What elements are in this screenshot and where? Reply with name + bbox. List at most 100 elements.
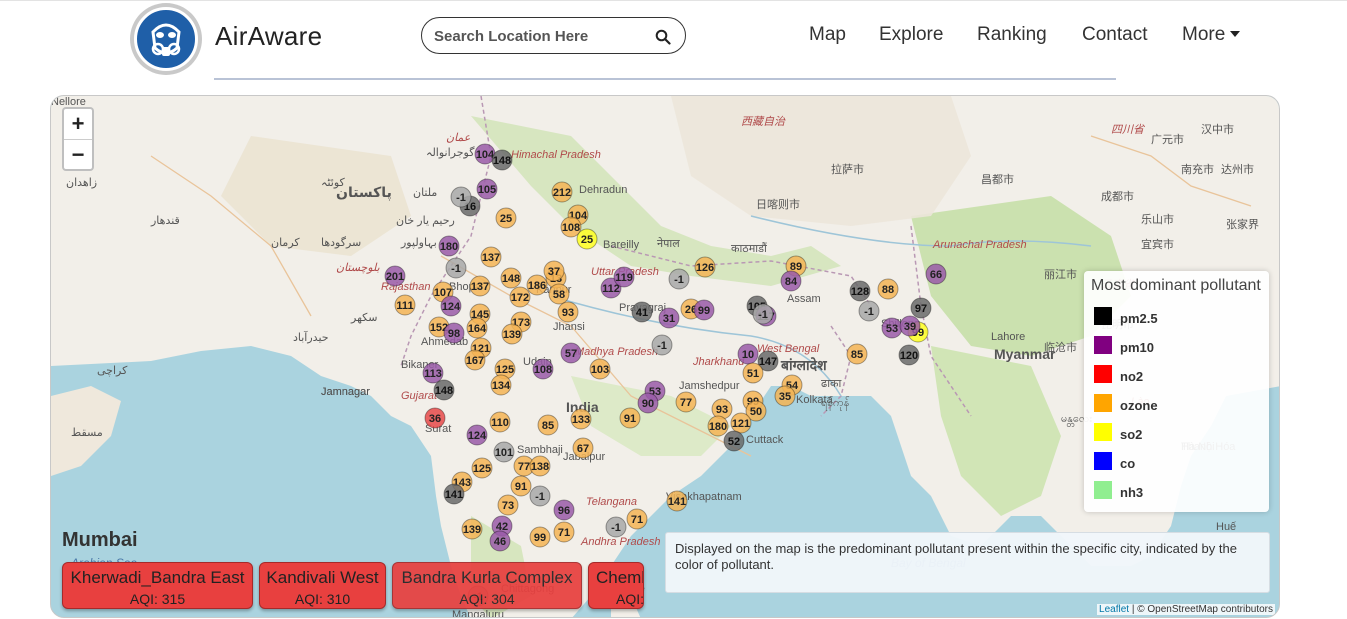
aqi-marker[interactable]: 103 bbox=[589, 358, 611, 380]
aqi-marker[interactable]: 98 bbox=[443, 322, 465, 344]
aqi-marker[interactable]: 73 bbox=[497, 494, 519, 516]
station-card[interactable]: Kherwadi_Bandra East AQI: 315 bbox=[62, 562, 253, 609]
aqi-marker[interactable]: 85 bbox=[537, 414, 559, 436]
aqi-marker[interactable]: 172 bbox=[509, 286, 531, 308]
aqi-marker[interactable]: 148 bbox=[500, 267, 522, 289]
aqi-marker[interactable]: 101 bbox=[493, 441, 515, 463]
aqi-marker[interactable]: 37 bbox=[543, 260, 565, 282]
aqi-marker[interactable]: 88 bbox=[877, 278, 899, 300]
aqi-marker[interactable]: 110 bbox=[489, 411, 511, 433]
aqi-marker-value: 97 bbox=[915, 303, 927, 315]
aqi-marker[interactable]: 46 bbox=[489, 530, 511, 552]
aqi-marker[interactable]: 66 bbox=[925, 263, 947, 285]
logo[interactable] bbox=[130, 3, 202, 75]
aqi-marker[interactable]: 167 bbox=[464, 349, 486, 371]
aqi-marker[interactable]: 99 bbox=[693, 299, 715, 321]
aqi-marker[interactable]: 105 bbox=[476, 178, 498, 200]
aqi-marker[interactable]: 67 bbox=[572, 437, 594, 459]
aqi-marker[interactable]: 186 bbox=[526, 274, 548, 296]
aqi-marker[interactable]: -1 bbox=[858, 300, 880, 322]
station-card[interactable]: Bandra Kurla Complex AQI: 304 bbox=[392, 562, 582, 609]
aqi-marker[interactable]: 180 bbox=[707, 415, 729, 437]
nav-explore[interactable]: Explore bbox=[879, 24, 943, 46]
aqi-marker[interactable]: -1 bbox=[450, 186, 472, 208]
aqi-marker[interactable]: 148 bbox=[433, 379, 455, 401]
aqi-marker[interactable]: 180 bbox=[438, 235, 460, 257]
aqi-marker[interactable]: 164 bbox=[466, 317, 488, 339]
aqi-marker[interactable]: 58 bbox=[548, 283, 570, 305]
aqi-marker[interactable]: 91 bbox=[510, 475, 532, 497]
aqi-marker[interactable]: 113 bbox=[422, 362, 444, 384]
aqi-marker-value: 110 bbox=[491, 417, 509, 429]
leaflet-link[interactable]: Leaflet bbox=[1099, 604, 1129, 615]
search-input[interactable] bbox=[434, 26, 654, 46]
aqi-marker[interactable]: -1 bbox=[752, 303, 774, 325]
search-box[interactable] bbox=[421, 17, 686, 54]
aqi-marker[interactable]: 36 bbox=[424, 407, 446, 429]
aqi-marker[interactable]: 93 bbox=[557, 301, 579, 323]
nav-more-dropdown[interactable]: More bbox=[1182, 24, 1241, 46]
aqi-marker[interactable]: 57 bbox=[560, 342, 582, 364]
aqi-marker[interactable]: 124 bbox=[440, 295, 462, 317]
station-card[interactable]: Kandivali West AQI: 310 bbox=[259, 562, 386, 609]
aqi-marker[interactable]: 96 bbox=[553, 499, 575, 521]
aqi-marker[interactable]: 10 bbox=[737, 343, 759, 365]
search-icon[interactable] bbox=[655, 29, 671, 45]
aqi-marker[interactable]: -1 bbox=[605, 516, 627, 538]
aqi-marker[interactable]: 141 bbox=[443, 483, 465, 505]
aqi-marker[interactable]: 31 bbox=[658, 307, 680, 329]
aqi-marker[interactable]: 91 bbox=[619, 407, 641, 429]
aqi-marker[interactable]: 126 bbox=[694, 256, 716, 278]
aqi-marker[interactable]: -1 bbox=[529, 485, 551, 507]
aqi-marker[interactable]: -1 bbox=[445, 257, 467, 279]
aqi-marker[interactable]: 39 bbox=[899, 315, 921, 337]
aqi-marker[interactable]: 25 bbox=[495, 207, 517, 229]
aqi-marker[interactable]: 148 bbox=[491, 149, 513, 171]
aqi-marker[interactable]: 53 bbox=[881, 317, 903, 339]
aqi-marker[interactable]: 119 bbox=[613, 266, 635, 288]
aqi-marker[interactable]: 99 bbox=[529, 526, 551, 548]
aqi-marker[interactable]: 41 bbox=[631, 301, 653, 323]
aqi-marker[interactable]: -1 bbox=[668, 268, 690, 290]
aqi-marker[interactable]: 134 bbox=[490, 374, 512, 396]
station-name: Chembur bbox=[596, 568, 643, 587]
map-container[interactable]: IndiaKanpurJabalpurJamnagarSuratSambhaji… bbox=[50, 95, 1280, 618]
aqi-marker[interactable]: 124 bbox=[466, 424, 488, 446]
aqi-marker[interactable]: 201 bbox=[384, 265, 406, 287]
aqi-marker[interactable]: 108 bbox=[532, 358, 554, 380]
aqi-marker-value: 126 bbox=[696, 262, 714, 274]
aqi-marker[interactable]: 35 bbox=[774, 385, 796, 407]
aqi-marker[interactable]: 51 bbox=[742, 362, 764, 384]
aqi-marker[interactable]: 71 bbox=[553, 521, 575, 543]
nav-ranking[interactable]: Ranking bbox=[977, 24, 1047, 46]
aqi-marker[interactable]: 97 bbox=[910, 297, 932, 319]
aqi-marker[interactable]: 90 bbox=[637, 392, 659, 414]
aqi-marker[interactable]: 120 bbox=[898, 344, 920, 366]
aqi-marker[interactable]: -1 bbox=[651, 334, 673, 356]
station-card[interactable]: Chembur AQI: 30 bbox=[588, 562, 644, 609]
aqi-marker[interactable]: 138 bbox=[529, 455, 551, 477]
aqi-marker[interactable]: 128 bbox=[849, 280, 871, 302]
aqi-marker[interactable]: 137 bbox=[480, 246, 502, 268]
aqi-marker[interactable]: 85 bbox=[846, 343, 868, 365]
zoom-in-button[interactable]: + bbox=[64, 109, 92, 139]
aqi-marker[interactable]: 77 bbox=[675, 391, 697, 413]
zoom-out-button[interactable]: − bbox=[64, 139, 92, 169]
aqi-marker[interactable]: 52 bbox=[723, 430, 745, 452]
aqi-marker[interactable]: 133 bbox=[570, 408, 592, 430]
aqi-marker[interactable]: 84 bbox=[780, 270, 802, 292]
legend-swatch bbox=[1094, 336, 1112, 354]
aqi-marker[interactable]: 212 bbox=[551, 181, 573, 203]
aqi-marker[interactable]: 25 bbox=[576, 228, 598, 250]
aqi-marker[interactable]: 71 bbox=[626, 508, 648, 530]
aqi-marker[interactable]: 111 bbox=[394, 294, 416, 316]
aqi-marker[interactable]: 121 bbox=[730, 412, 752, 434]
nav-contact[interactable]: Contact bbox=[1082, 24, 1147, 46]
aqi-marker[interactable]: 139 bbox=[501, 323, 523, 345]
brand-name[interactable]: AirAware bbox=[215, 21, 322, 52]
aqi-marker[interactable]: 141 bbox=[666, 490, 688, 512]
aqi-marker[interactable]: 139 bbox=[461, 518, 483, 540]
aqi-marker[interactable]: 137 bbox=[469, 275, 491, 297]
aqi-marker[interactable]: 125 bbox=[471, 457, 493, 479]
nav-map[interactable]: Map bbox=[809, 24, 846, 46]
